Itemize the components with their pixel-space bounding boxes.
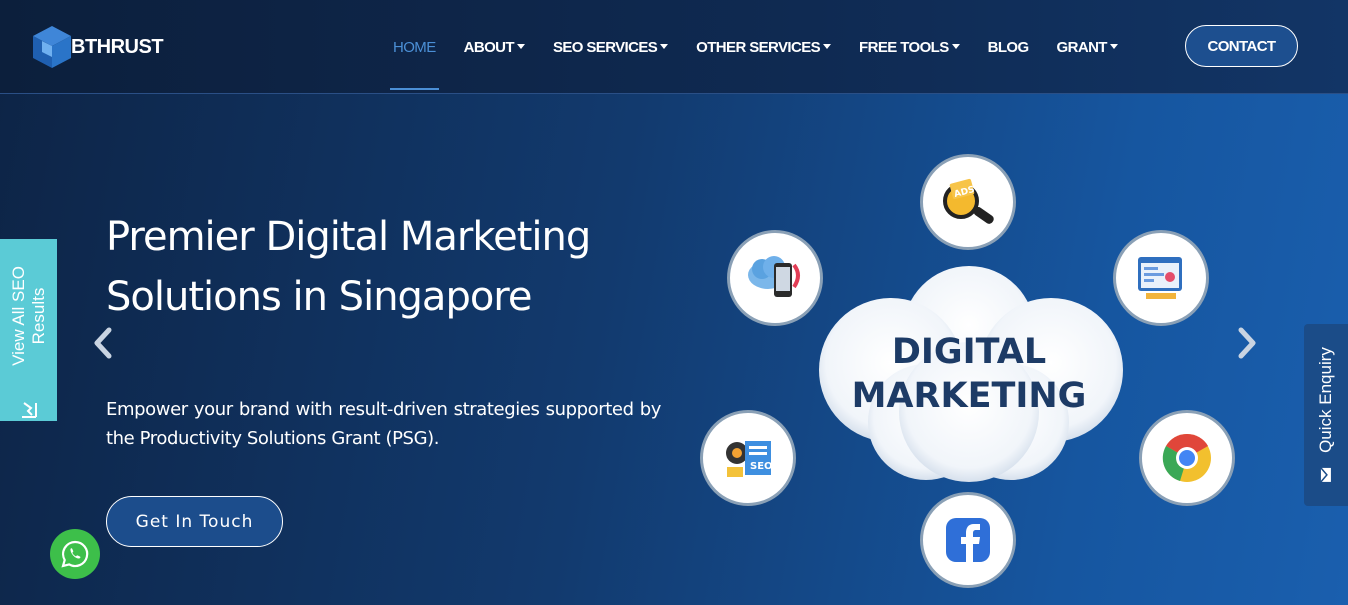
caret-down-icon — [823, 43, 832, 49]
get-in-touch-button[interactable]: Get In Touch — [106, 496, 283, 547]
facebook-circle — [920, 492, 1016, 588]
nav-item-label: HOME — [393, 38, 436, 56]
nav-item-about[interactable]: ABOUT — [464, 0, 525, 94]
slider-prev-arrow-icon[interactable] — [92, 326, 114, 360]
web-analytics-circle — [1113, 230, 1209, 326]
seo-gears-icon: SEO — [726, 441, 773, 477]
cloud-device-circle — [727, 230, 823, 326]
brand-name: BTHRUST — [71, 35, 164, 58]
seo-tab-content: View All SEO Results — [9, 241, 49, 419]
nav-item-other-services[interactable]: OTHER SERVICES — [696, 0, 832, 94]
nav-item-label: FREE TOOLS — [859, 38, 949, 56]
slider-next-arrow-icon[interactable] — [1236, 326, 1258, 360]
nav-item-label: GRANT — [1056, 38, 1108, 56]
whatsapp-button[interactable] — [50, 529, 100, 579]
envelope-icon — [1320, 467, 1332, 483]
ads-circle: ADS — [920, 154, 1016, 250]
view-seo-results-tab[interactable]: View All SEO Results — [0, 239, 57, 421]
seo-badge-text: SEO — [750, 461, 773, 472]
nav-item-label: OTHER SERVICES — [696, 38, 821, 56]
hero-title: Premier Digital Marketing Solutions in S… — [106, 214, 591, 320]
seo-tab-line-2: Results — [28, 287, 48, 345]
nav-item-label: ABOUT — [463, 38, 515, 56]
brand-logo[interactable]: BTHRUST — [31, 24, 164, 70]
nav-item-seo-services[interactable]: SEO SERVICES — [552, 0, 669, 94]
nav-item-grant[interactable]: GRANT — [1057, 0, 1118, 94]
quick-enquiry-label: Quick Enquiry — [1316, 347, 1336, 453]
cloud-heading: DIGITAL MARKETING — [806, 330, 1132, 418]
site-header: BTHRUST HOME ABOUT SEO SERVICES OTHER SERVI… — [0, 0, 1348, 94]
web-analytics-icon — [1138, 257, 1182, 299]
cloud-line-2: MARKETING — [851, 376, 1087, 416]
caret-down-icon — [660, 43, 669, 49]
cloud-line-1: DIGITAL — [891, 332, 1047, 372]
ads-search-icon: ADS — [943, 178, 994, 224]
nav-item-home[interactable]: HOME — [390, 0, 439, 94]
chart-trend-icon — [21, 402, 37, 418]
seo-tab-line-1: View All SEO — [8, 266, 28, 366]
nav-item-blog[interactable]: BLOG — [987, 0, 1030, 94]
logo-cube-icon — [33, 26, 71, 68]
caret-down-icon — [951, 43, 960, 49]
whatsapp-icon — [61, 540, 89, 568]
enquiry-tab-content: Quick Enquiry — [1316, 347, 1336, 483]
contact-button[interactable]: CONTACT — [1185, 25, 1298, 67]
main-nav: HOME ABOUT SEO SERVICES OTHER SERVICES FREE … — [390, 0, 1146, 94]
caret-down-icon — [516, 43, 525, 49]
nav-item-label: BLOG — [987, 38, 1030, 56]
chrome-circle — [1139, 410, 1235, 506]
nav-item-label: SEO SERVICES — [552, 38, 658, 56]
facebook-icon — [946, 518, 990, 562]
seo-gears-circle: SEO — [700, 410, 796, 506]
caret-down-icon — [1109, 43, 1118, 49]
google-chrome-icon — [1162, 433, 1211, 482]
cloud-device-icon — [748, 256, 800, 297]
quick-enquiry-tab[interactable]: Quick Enquiry — [1304, 324, 1348, 506]
hero-subtitle: Empower your brand with result-driven st… — [106, 399, 661, 449]
nav-item-free-tools[interactable]: FREE TOOLS — [859, 0, 960, 94]
